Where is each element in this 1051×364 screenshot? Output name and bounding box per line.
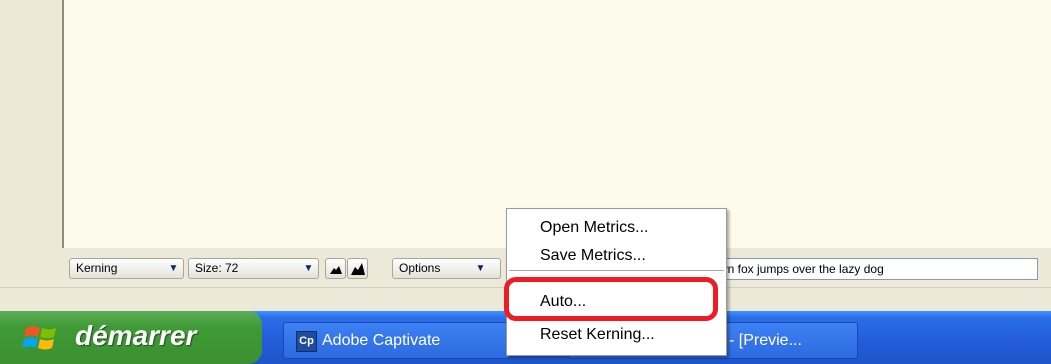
options-dropdown[interactable]: Options (392, 258, 501, 279)
mountain-small-icon (330, 266, 342, 274)
menu-item-save-metrics[interactable]: Save Metrics... (540, 247, 646, 265)
small-glyph-view-button[interactable] (325, 258, 346, 279)
size-dropdown[interactable]: Size: 72 (188, 258, 319, 279)
left-panel-strip (0, 0, 62, 287)
start-button[interactable]: démarrer (0, 311, 262, 364)
menu-item-open-metrics[interactable]: Open Metrics... (540, 219, 648, 237)
options-label: Options (399, 261, 441, 275)
task-label: - [Previe... (729, 332, 802, 349)
mountain-large-icon (351, 263, 365, 275)
menu-item-reset-kerning[interactable]: Reset Kerning... (540, 326, 655, 344)
chevron-down-icon (300, 259, 317, 278)
task-label: Adobe Captivate (322, 332, 441, 349)
large-glyph-view-button[interactable] (347, 258, 368, 279)
chevron-down-icon (165, 259, 182, 278)
size-label: Size: 72 (195, 261, 239, 275)
menu-separator (509, 270, 724, 272)
taskbar-item-adobe-captivate[interactable]: Cp Adobe Captivate (283, 322, 511, 359)
kerning-dropdown[interactable]: Kerning (69, 258, 184, 279)
sample-text-field[interactable]: wn fox jumps over the lazy dog (716, 258, 1038, 280)
windows-logo-icon (22, 326, 56, 350)
kerning-label: Kerning (76, 261, 118, 275)
chevron-down-icon (472, 259, 489, 278)
start-label: démarrer (75, 320, 197, 351)
sample-text: wn fox jumps over the lazy dog (719, 262, 884, 276)
captivate-app-icon: Cp (296, 331, 317, 352)
highlight-box (504, 277, 718, 321)
